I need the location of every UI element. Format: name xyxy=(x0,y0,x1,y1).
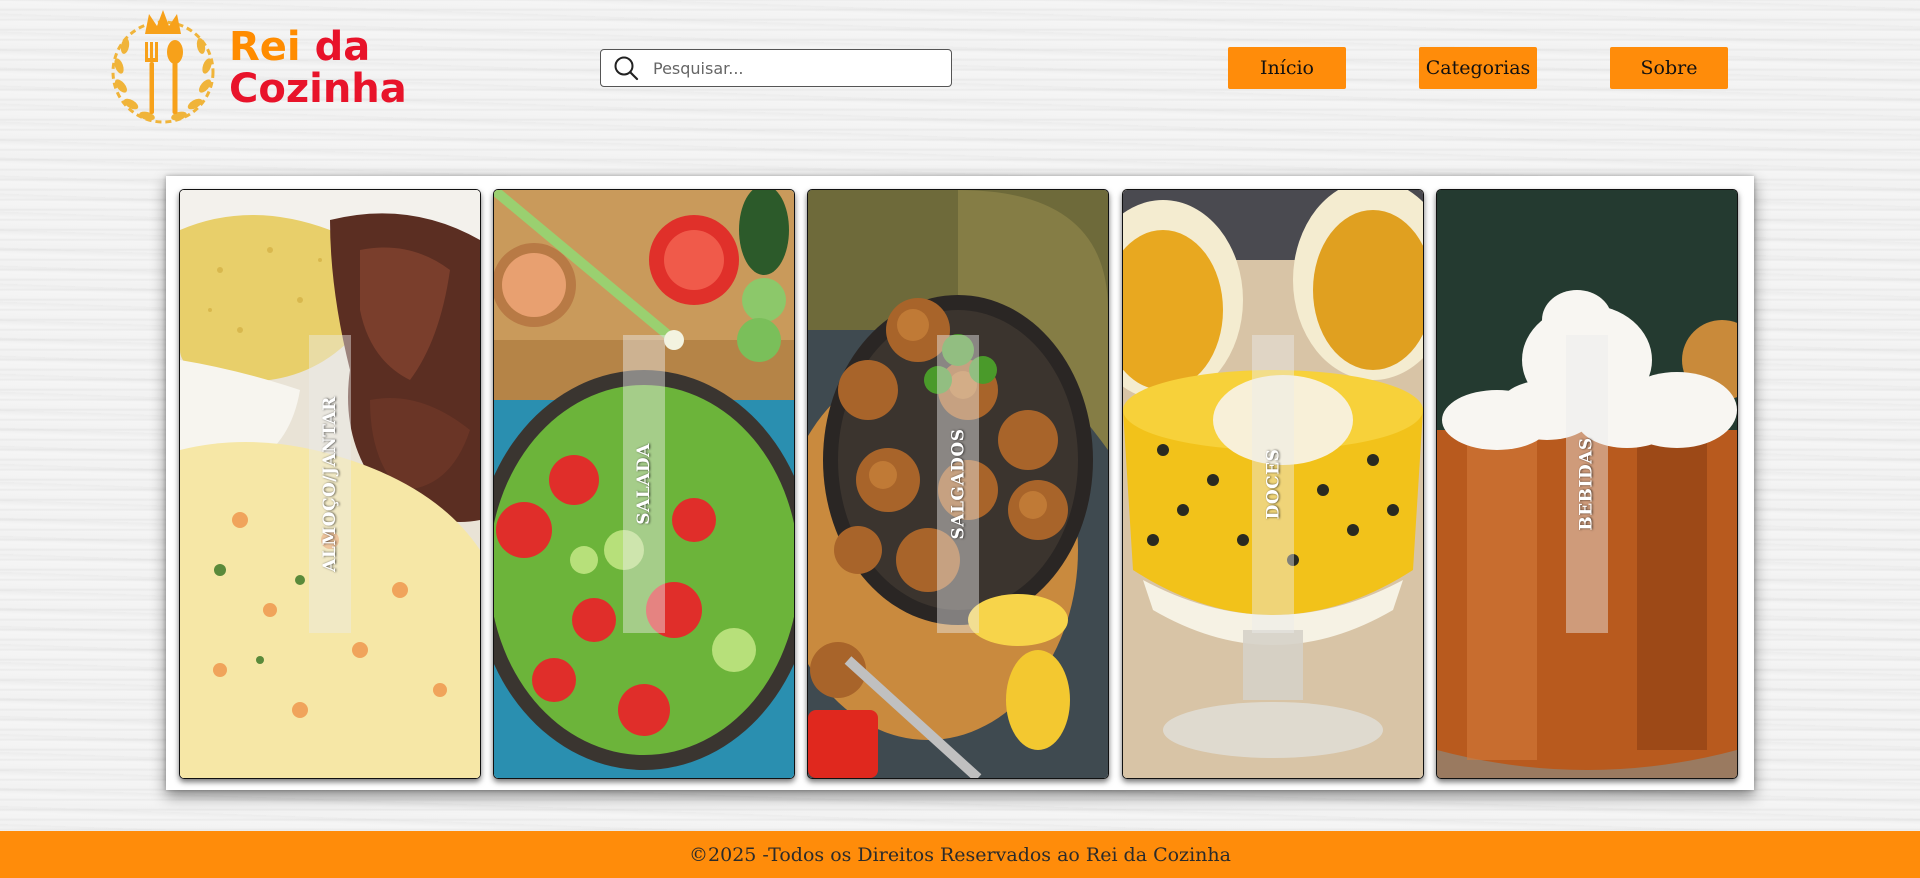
category-label-strip: DOCES xyxy=(1252,335,1294,633)
category-label-strip: ALMOÇO/JANTAR xyxy=(309,335,351,633)
category-card-bebidas[interactable]: BEBIDAS xyxy=(1436,189,1738,779)
category-card-doces[interactable]: DOCES xyxy=(1122,189,1424,779)
category-card-salgados[interactable]: SALGADOS xyxy=(807,189,1109,779)
site-logo[interactable]: Rei da Cozinha xyxy=(105,6,425,130)
category-label-strip: SALGADOS xyxy=(937,335,979,633)
logo-word-cozinha: Cozinha xyxy=(229,66,407,112)
category-gallery: ALMOÇO/JANTAR SALADA SALGADOS DOCES BEBI… xyxy=(166,176,1754,790)
logo-text: Rei da Cozinha xyxy=(229,26,407,110)
nav-sobre-button[interactable]: Sobre xyxy=(1610,47,1728,89)
category-card-almoco-jantar[interactable]: ALMOÇO/JANTAR xyxy=(179,189,481,779)
category-label: SALGADOS xyxy=(948,428,968,540)
category-label: ALMOÇO/JANTAR xyxy=(320,396,341,572)
site-header: Rei da Cozinha Início Categorias Sobre xyxy=(0,0,1920,138)
footer-copyright: ©2025 -Todos os Direitos Reservados ao R… xyxy=(689,843,1231,866)
category-label: SALADA xyxy=(634,443,655,525)
crown-cutlery-logo-icon xyxy=(105,6,221,130)
category-label: BEBIDAS xyxy=(1577,437,1598,531)
logo-word-rei: Rei xyxy=(229,24,301,70)
search-icon[interactable] xyxy=(613,55,639,81)
nav-categorias-button[interactable]: Categorias xyxy=(1419,47,1537,89)
category-label-strip: SALADA xyxy=(623,335,665,633)
logo-word-da: da xyxy=(314,24,371,70)
category-label-strip: BEBIDAS xyxy=(1566,335,1608,633)
nav-inicio-button[interactable]: Início xyxy=(1228,47,1346,89)
search-bar[interactable] xyxy=(600,49,952,87)
category-label: DOCES xyxy=(1263,448,1284,520)
site-footer: ©2025 -Todos os Direitos Reservados ao R… xyxy=(0,831,1920,878)
category-card-salada[interactable]: SALADA xyxy=(493,189,795,779)
search-input[interactable] xyxy=(651,57,935,79)
